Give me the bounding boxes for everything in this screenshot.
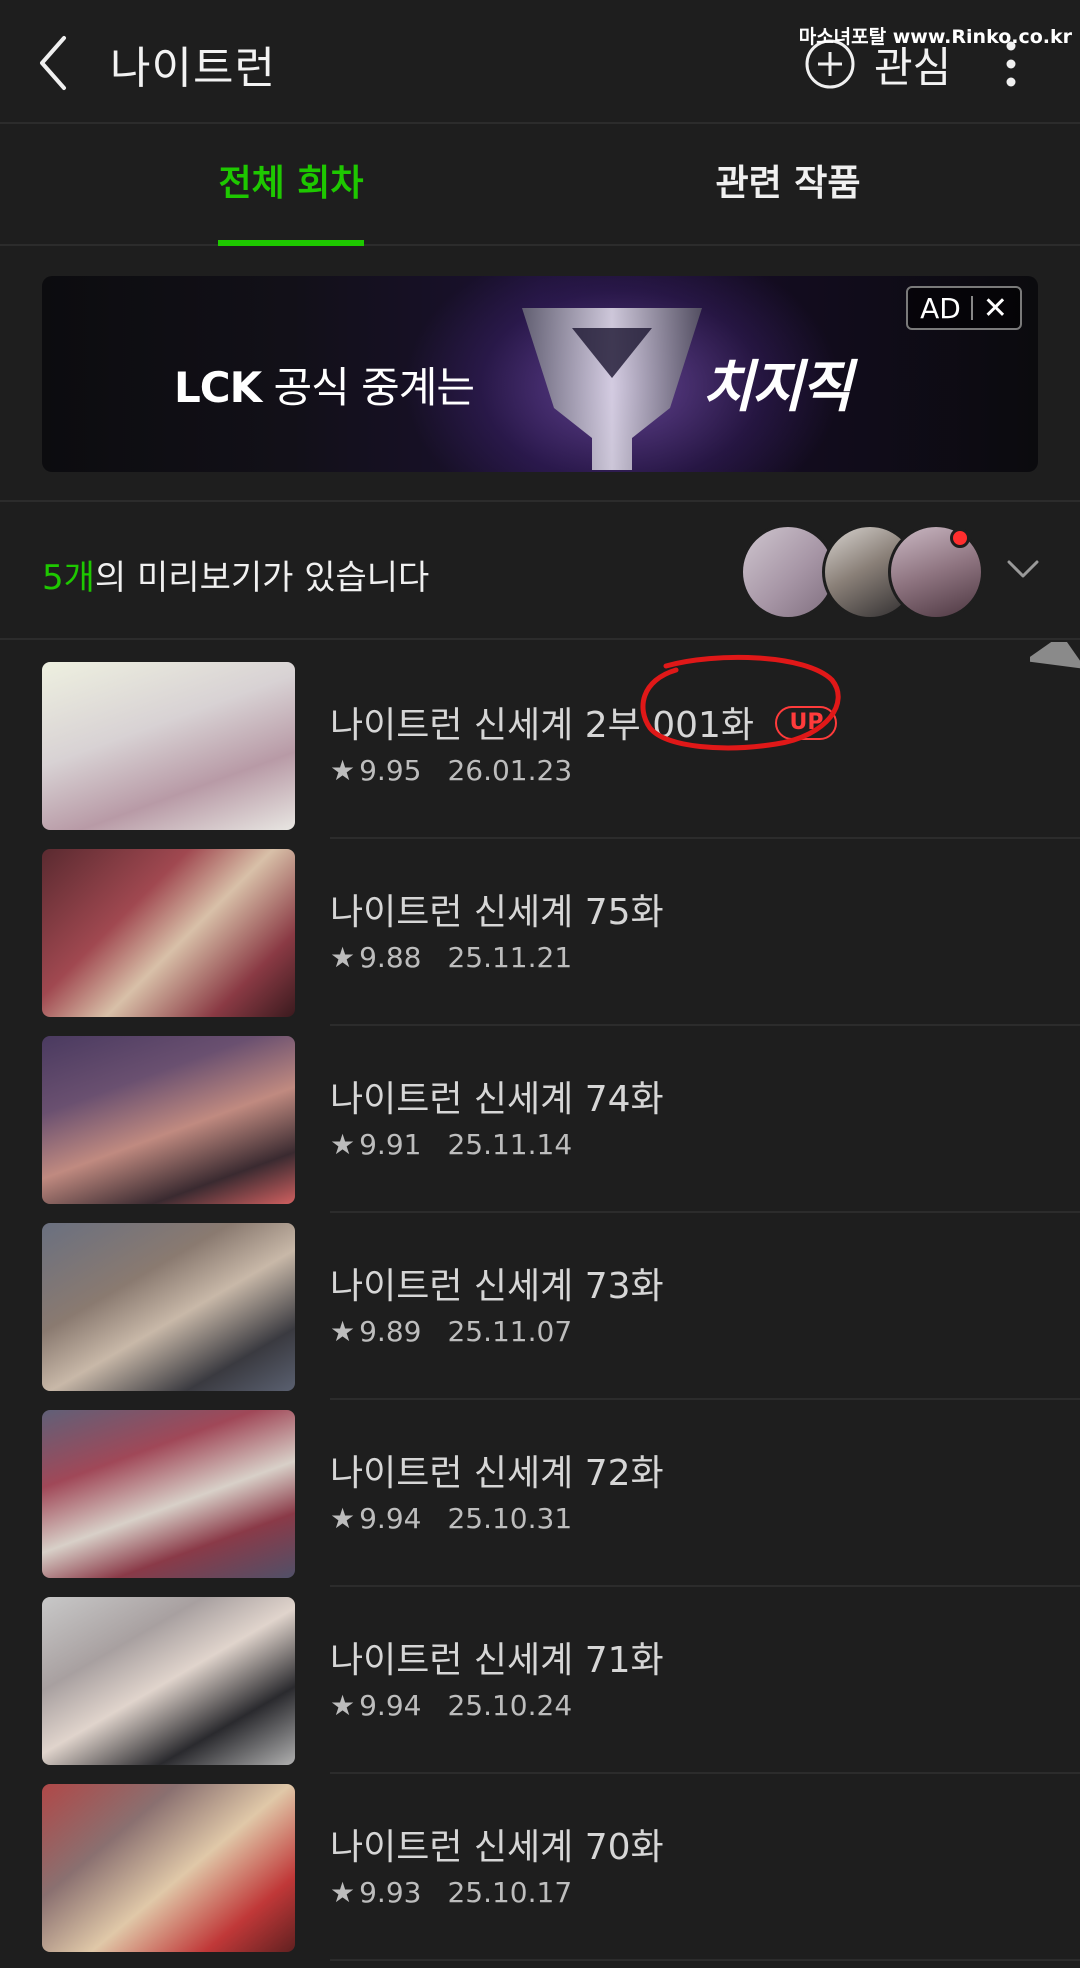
- episode-list: 나이트런 신세계 2부 001화 UP ★ 9.95 26.01.23 나이트런 신…: [0, 652, 1080, 1961]
- episode-rating: 9.91: [359, 1128, 422, 1161]
- new-indicator-dot: [950, 528, 970, 548]
- episode-meta: ★ 9.89 25.11.07: [330, 1315, 572, 1348]
- ad-headline-bold: LCK: [174, 363, 262, 412]
- tab-bar: 전체 회차 관련 작품: [0, 124, 1080, 246]
- star-icon: ★: [330, 1128, 356, 1161]
- top-bar: 나이트런 관심 마소녀포탈 www.Rinko.co.kr: [0, 0, 1080, 124]
- watermark-text: 마소녀포탈 www.Rinko.co.kr: [798, 26, 1072, 48]
- episode-rating: 9.95: [359, 754, 422, 787]
- ad-headline: LCK 공식 중계는: [174, 354, 475, 415]
- up-badge: UP: [775, 706, 838, 740]
- episode-title: 나이트런 신세계 72화: [330, 1453, 664, 1494]
- preview-text: 5개의 미리보기가 있습니다: [42, 550, 429, 599]
- episode-rating: 9.89: [359, 1315, 422, 1348]
- episode-item[interactable]: 나이트런 신세계 71화 ★ 9.94 25.10.24: [0, 1587, 1080, 1774]
- episode-title: 나이트런 신세계 73화: [330, 1266, 664, 1307]
- episode-date: 25.11.14: [447, 1128, 573, 1161]
- episode-thumbnail: [42, 849, 295, 1017]
- watermark: 마소녀포탈 www.Rinko.co.kr: [799, 22, 1072, 49]
- star-icon: ★: [330, 1315, 356, 1348]
- episode-meta: ★ 9.95 26.01.23: [330, 754, 572, 787]
- episode-meta: ★ 9.91 25.11.14: [330, 1128, 572, 1161]
- episode-title: 나이트런 신세계 74화: [330, 1079, 664, 1120]
- preview-row[interactable]: 5개의 미리보기가 있습니다: [0, 502, 1080, 640]
- episode-rating: 9.93: [359, 1876, 422, 1909]
- episode-item[interactable]: 나이트런 신세계 75화 ★ 9.88 25.11.21: [0, 839, 1080, 1026]
- episode-title-text: 나이트런 신세계 2부 001화: [330, 705, 755, 746]
- episode-item[interactable]: 나이트런 신세계 74화 ★ 9.91 25.11.14: [0, 1026, 1080, 1213]
- episode-rating: 9.88: [359, 941, 422, 974]
- episode-title: 나이트런 신세계 2부 001화 UP: [330, 696, 838, 748]
- episode-item[interactable]: 나이트런 신세계 72화 ★ 9.94 25.10.31: [0, 1400, 1080, 1587]
- star-icon: ★: [330, 1689, 356, 1722]
- preview-thumbnails: [740, 524, 984, 620]
- row-divider: [330, 1959, 1080, 1961]
- star-icon: ★: [330, 754, 356, 787]
- back-button[interactable]: [34, 30, 80, 96]
- episode-thumbnail: [42, 1784, 295, 1952]
- episode-meta: ★ 9.93 25.10.17: [330, 1876, 572, 1909]
- star-icon: ★: [330, 1876, 356, 1909]
- episode-date: 25.10.31: [447, 1502, 573, 1535]
- tab-related-works[interactable]: 관련 작품: [700, 124, 876, 244]
- more-options-button[interactable]: [996, 36, 1026, 92]
- page-title: 나이트런: [110, 43, 276, 94]
- episode-date: 25.11.07: [447, 1315, 573, 1348]
- episode-thumbnail: [42, 662, 295, 830]
- episode-meta: ★ 9.88 25.11.21: [330, 941, 572, 974]
- episode-date: 25.10.17: [447, 1876, 573, 1909]
- episode-thumbnail: [42, 1410, 295, 1578]
- episode-date: 26.01.23: [447, 754, 573, 787]
- chevron-down-icon[interactable]: [1006, 558, 1040, 580]
- episode-item[interactable]: 나이트런 신세계 70화 ★ 9.93 25.10.17: [0, 1774, 1080, 1961]
- episode-meta: ★ 9.94 25.10.31: [330, 1502, 572, 1535]
- tab-all-episodes[interactable]: 전체 회차: [218, 124, 364, 246]
- episode-rating: 9.94: [359, 1502, 422, 1535]
- preview-message: 의 미리보기가 있습니다: [94, 558, 430, 598]
- ad-brand-logo: 치지직: [702, 355, 853, 420]
- episode-title: 나이트런 신세계 71화: [330, 1640, 664, 1681]
- episode-thumbnail: [42, 1597, 295, 1765]
- ad-label: AD: [920, 291, 961, 325]
- back-arrow-icon: [40, 36, 66, 90]
- episode-thumbnail: [42, 1223, 295, 1391]
- episode-thumbnail: [42, 1036, 295, 1204]
- episode-title: 나이트런 신세계 70화: [330, 1827, 664, 1868]
- ad-badge: AD ✕: [906, 286, 1022, 330]
- episode-title: 나이트런 신세계 75화: [330, 892, 664, 933]
- episode-list-page: 나이트런 관심 마소녀포탈 www.Rinko.co.kr 전체 회차 관련 작…: [0, 0, 1080, 1968]
- ad-headline-rest: 공식 중계는: [261, 363, 475, 412]
- trophy-illustration: [522, 308, 702, 470]
- ad-badge-separator: [970, 296, 973, 320]
- episode-meta: ★ 9.94 25.10.24: [330, 1689, 572, 1722]
- episode-date: 25.11.21: [447, 941, 573, 974]
- episode-date: 25.10.24: [447, 1689, 573, 1722]
- ad-banner[interactable]: LCK 공식 중계는 치지직 AD ✕: [42, 276, 1038, 472]
- star-icon: ★: [330, 1502, 356, 1535]
- episode-rating: 9.94: [359, 1689, 422, 1722]
- episode-item[interactable]: 나이트런 신세계 2부 001화 UP ★ 9.95 26.01.23: [0, 652, 1080, 839]
- episode-item[interactable]: 나이트런 신세계 73화 ★ 9.89 25.11.07: [0, 1213, 1080, 1400]
- star-icon: ★: [330, 941, 356, 974]
- more-vertical-icon: [1006, 41, 1016, 87]
- preview-count: 5개: [42, 558, 95, 598]
- ad-close-icon[interactable]: ✕: [983, 291, 1008, 326]
